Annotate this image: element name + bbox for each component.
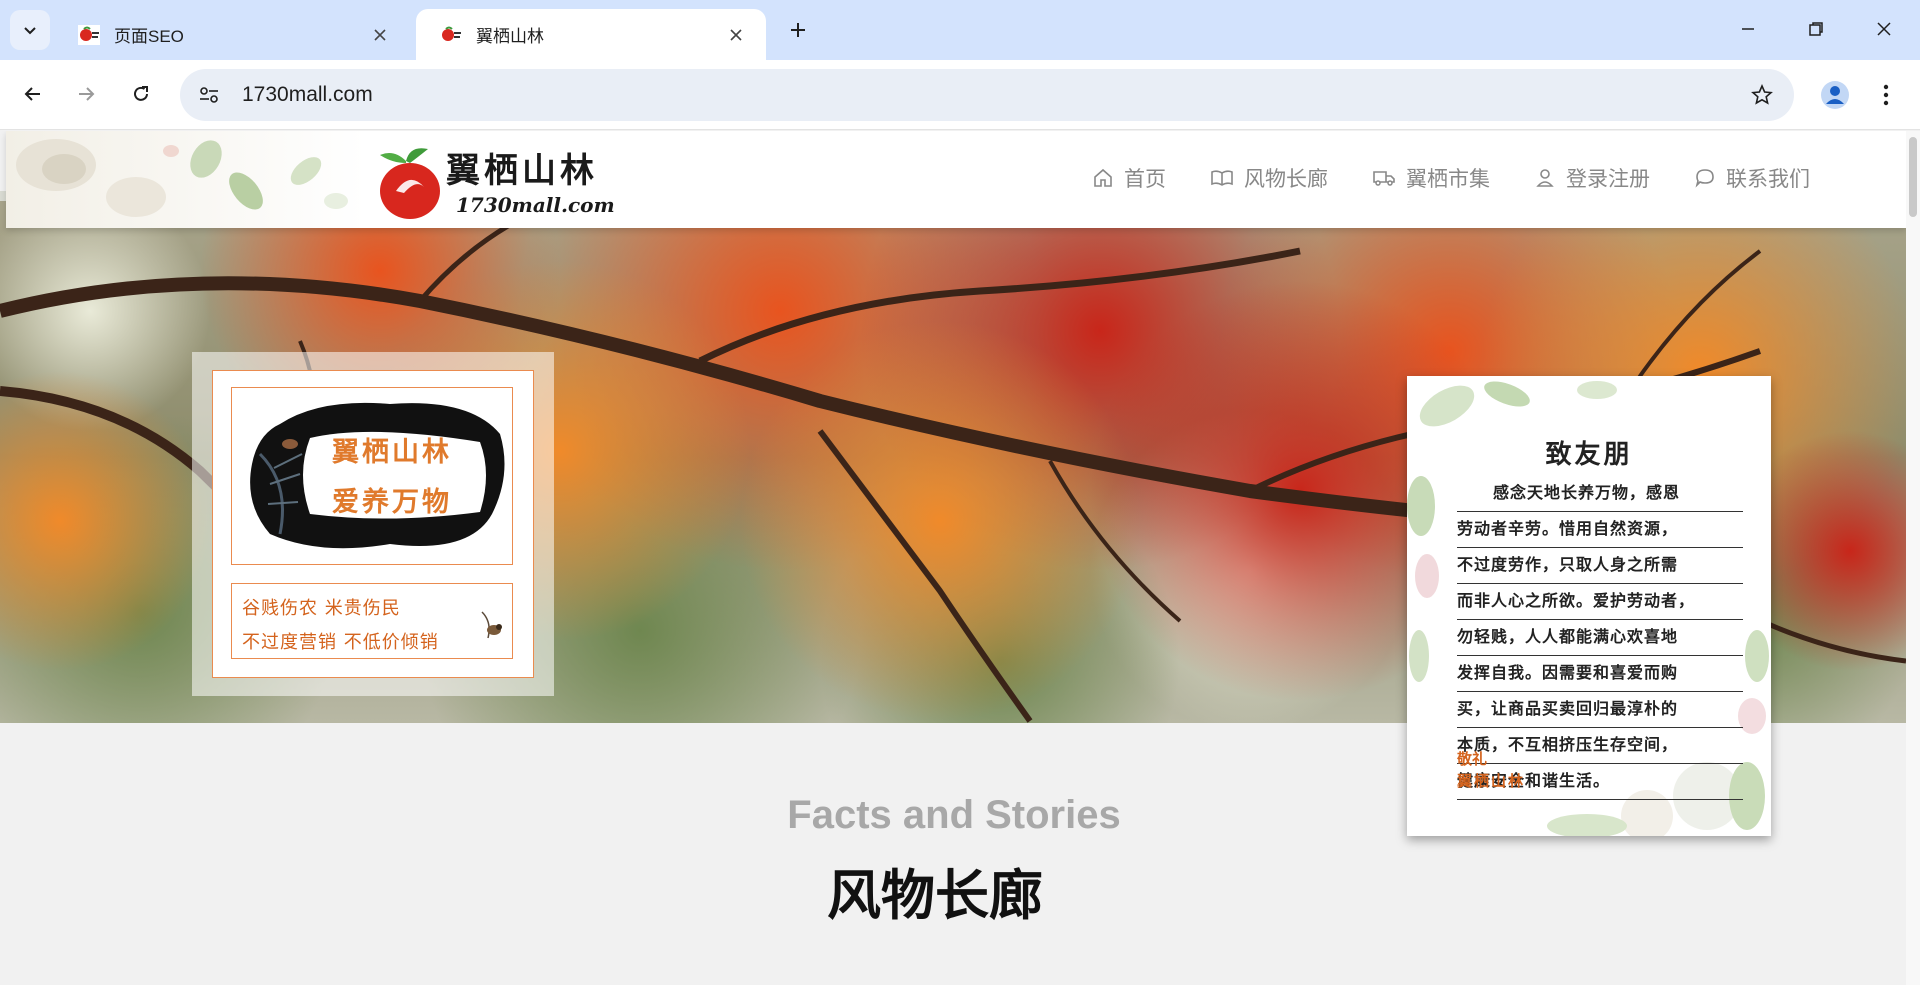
reload-icon bbox=[134, 86, 148, 101]
letter-card: 致友朋 感念天地长养万物，感恩 劳动者辛劳。惜用自然资源， 不过度劳作，只取人身… bbox=[1407, 376, 1771, 836]
scrollbar-thumb[interactable] bbox=[1909, 137, 1917, 217]
slogan-line-1: 翼栖山林 bbox=[332, 437, 452, 468]
arrow-left-icon bbox=[24, 87, 40, 101]
letter-line: 感念天地长养万物，感恩 bbox=[1457, 476, 1743, 512]
profile-button[interactable] bbox=[1815, 75, 1855, 115]
book-open-icon bbox=[1211, 170, 1233, 186]
slogan-box: 翼栖山林 爱养万物 bbox=[231, 387, 513, 565]
plus-icon bbox=[791, 23, 805, 37]
new-tab-button[interactable] bbox=[780, 12, 816, 48]
letter-line: 劳动者辛劳。惜用自然资源， bbox=[1457, 512, 1743, 548]
section-title-chinese: 风物长廊 bbox=[827, 866, 1043, 926]
user-icon bbox=[1536, 169, 1554, 187]
main-nav: 首页 风物长廊 翼栖市集 登录注册 联系我们 bbox=[1092, 161, 1854, 195]
restore-icon bbox=[1809, 22, 1823, 36]
letter-body: 感念天地长养万物，感恩 劳动者辛劳。惜用自然资源， 不过度劳作，只取人身之所需 … bbox=[1457, 476, 1743, 800]
user-avatar-icon bbox=[1821, 81, 1849, 109]
truck-icon bbox=[1373, 171, 1395, 186]
chevron-down-icon bbox=[24, 27, 36, 35]
browser-menu-button[interactable] bbox=[1868, 75, 1904, 115]
nav-home[interactable]: 首页 bbox=[1092, 161, 1166, 195]
browser-tab-strip: 页面SEO 翼栖山林 bbox=[0, 0, 1920, 60]
close-tab-icon[interactable] bbox=[368, 23, 392, 47]
site-header: 翼栖山林 1730mall.com 首页 风物长廊 翼栖市集 登录注册 联系我们 bbox=[6, 131, 1906, 228]
forward-button[interactable] bbox=[66, 74, 106, 114]
nav-label: 联系我们 bbox=[1726, 168, 1810, 191]
minimize-icon bbox=[1742, 28, 1754, 30]
motto-line-2: 不过度营销 不低价倾销 bbox=[242, 632, 439, 653]
more-vertical-icon bbox=[1883, 84, 1889, 106]
slogan-card-frame: 翼栖山林 爱养万物 谷贱伤农 米贵伤民 不过度营销 不低价倾销 bbox=[212, 370, 534, 678]
brand-name[interactable]: 翼栖山林 bbox=[446, 143, 598, 192]
letter-line: 本质，不互相挤压生存空间， bbox=[1457, 728, 1743, 764]
close-window-button[interactable] bbox=[1850, 0, 1918, 58]
brand-logo-icon bbox=[380, 148, 440, 219]
motto-line-1: 谷贱伤农 米贵伤民 bbox=[242, 598, 401, 619]
restore-window-button[interactable] bbox=[1782, 0, 1850, 58]
bird-icon bbox=[481, 611, 502, 639]
home-icon bbox=[1094, 168, 1112, 187]
site-favicon-icon bbox=[438, 24, 464, 46]
letter-line: 而非人心之所欲。爱护劳动者， bbox=[1457, 584, 1743, 620]
bookmark-star-icon[interactable] bbox=[1742, 75, 1782, 115]
close-tab-icon[interactable] bbox=[724, 23, 748, 47]
flower-decoration bbox=[6, 131, 366, 228]
address-bar[interactable]: 1730mall.com bbox=[180, 69, 1794, 121]
back-button[interactable] bbox=[13, 74, 53, 114]
arrow-right-icon bbox=[79, 87, 95, 101]
letter-closing: 敬礼 bbox=[1457, 750, 1488, 768]
letter-title: 致友朋 bbox=[1545, 440, 1633, 470]
motto-box: 谷贱伤农 米贵伤民 不过度营销 不低价倾销 bbox=[231, 583, 513, 659]
ink-splash-decoration bbox=[250, 402, 505, 549]
nav-label: 翼栖市集 bbox=[1406, 168, 1490, 191]
letter-line: 勿轻贱，人人都能满心欢喜地 bbox=[1457, 620, 1743, 656]
tab-page-seo[interactable]: 页面SEO bbox=[54, 9, 410, 60]
browser-toolbar: 1730mall.com bbox=[0, 60, 1920, 130]
letter-line: 不过度劳作，只取人身之所需 bbox=[1457, 548, 1743, 584]
site-favicon-icon bbox=[76, 24, 102, 46]
url-text[interactable]: 1730mall.com bbox=[242, 83, 1742, 107]
nav-login-register[interactable]: 登录注册 bbox=[1534, 161, 1650, 195]
tab-yiqi-shanlin[interactable]: 翼栖山林 bbox=[416, 9, 766, 60]
reload-button[interactable] bbox=[121, 74, 161, 114]
page-viewport: 翼栖山林 1730mall.com 首页 风物长廊 翼栖市集 登录注册 联系我们 bbox=[0, 131, 1906, 985]
nav-contact[interactable]: 联系我们 bbox=[1694, 161, 1810, 195]
brand-url: 1730mall.com bbox=[456, 193, 615, 217]
chat-bubble-icon bbox=[1695, 169, 1714, 188]
nav-label: 首页 bbox=[1124, 168, 1166, 191]
letter-signature: 翼栖山林 bbox=[1457, 772, 1526, 790]
nav-label: 风物长廊 bbox=[1244, 168, 1328, 191]
tab-title: 翼栖山林 bbox=[476, 27, 544, 46]
slogan-line-2: 爱养万物 bbox=[332, 487, 452, 518]
letter-line: 买，让商品买卖回归最淳朴的 bbox=[1457, 692, 1743, 728]
nav-market[interactable]: 翼栖市集 bbox=[1372, 161, 1490, 195]
page-scrollbar[interactable] bbox=[1906, 131, 1920, 985]
tab-title: 页面SEO bbox=[114, 27, 184, 46]
tab-search-button[interactable] bbox=[10, 10, 50, 50]
section-subtitle-text: Facts and Stories bbox=[787, 793, 1121, 837]
nav-facts-gallery[interactable]: 风物长廊 bbox=[1210, 161, 1328, 195]
close-icon bbox=[1877, 22, 1891, 36]
letter-line: 发挥自我。因需要和喜爱而购 bbox=[1457, 656, 1743, 692]
minimize-window-button[interactable] bbox=[1714, 0, 1782, 58]
site-info-icon[interactable] bbox=[186, 75, 232, 115]
slogan-card: 翼栖山林 爱养万物 谷贱伤农 米贵伤民 不过度营销 不低价倾销 bbox=[192, 352, 554, 696]
nav-label: 登录注册 bbox=[1566, 168, 1650, 191]
